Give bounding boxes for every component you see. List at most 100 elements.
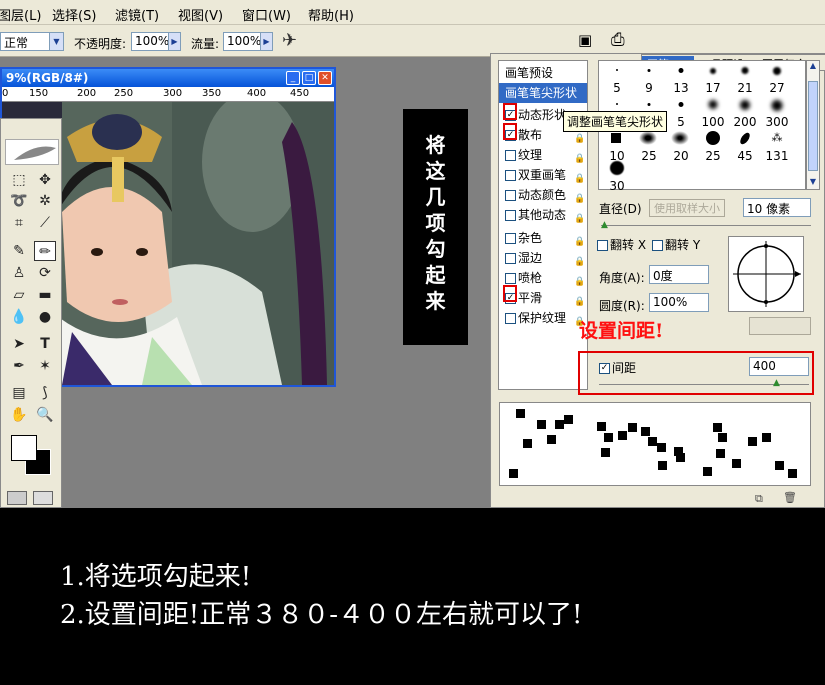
crop-icon[interactable]: ⌗ — [8, 213, 30, 233]
menu-help[interactable]: 帮助(H) — [308, 5, 354, 24]
magic-wand-icon[interactable]: ✲ — [34, 191, 56, 211]
brush-tip-cell[interactable]: 5 — [601, 63, 633, 95]
brush-tip-cell[interactable]: 5 — [665, 97, 697, 129]
hand-icon[interactable]: ✋ — [8, 405, 30, 425]
option-label: 散布 — [518, 128, 543, 142]
menu-layer[interactable]: 图层(L) — [0, 5, 41, 24]
brush-tip-cell[interactable]: 45 — [729, 131, 761, 163]
checkbox-icon[interactable] — [505, 273, 516, 284]
menu-window[interactable]: 窗口(W) — [242, 5, 291, 24]
checkbox-icon[interactable] — [505, 170, 516, 181]
airbrush-icon[interactable]: ✈ — [282, 30, 297, 51]
move-icon[interactable]: ✥ — [34, 170, 56, 190]
gradient-icon[interactable]: ▬ — [34, 285, 56, 305]
brush-size: 13 — [673, 81, 689, 95]
checkbox-icon[interactable] — [505, 210, 516, 221]
type-icon[interactable]: T — [34, 334, 56, 354]
blend-mode-select[interactable]: 正常 ▼ — [0, 32, 64, 51]
roundness-field[interactable]: 100% — [649, 293, 709, 312]
trash-icon[interactable]: 🗑 — [783, 491, 797, 504]
palette-icon[interactable]: ▣ — [578, 31, 592, 49]
stamp-icon[interactable]: ♙ — [8, 263, 30, 283]
option-wet-edges[interactable]: 湿边 🔒 — [499, 248, 587, 268]
brush-tip-cell[interactable]: 27 — [761, 63, 793, 95]
brush-tip-cell[interactable]: 30 — [601, 161, 633, 193]
checkbox-icon[interactable] — [505, 150, 516, 161]
brush-tip-cell[interactable]: 10 — [601, 131, 633, 163]
brush-tip-cell[interactable]: 25 — [697, 131, 729, 163]
option-dual-brush[interactable]: 双重画笔 🔒 — [499, 165, 587, 185]
close-icon[interactable]: ✕ — [318, 71, 332, 85]
menu-filter[interactable]: 滤镜(T) — [115, 5, 159, 24]
brush-tip-cell[interactable]: 25 — [633, 131, 665, 163]
option-noise[interactable]: 杂色 🔒 — [499, 228, 587, 248]
checkbox-icon[interactable] — [652, 240, 663, 251]
foreground-color-swatch[interactable] — [11, 435, 37, 461]
checkbox-icon[interactable] — [505, 313, 516, 324]
lasso-icon[interactable]: ➰ — [8, 191, 30, 211]
printer-icon[interactable]: ⎙ — [611, 30, 625, 50]
pen-icon[interactable]: ✒ — [8, 356, 30, 376]
checkbox-icon[interactable] — [505, 233, 516, 244]
maximize-icon[interactable]: □ — [302, 71, 316, 85]
angle-preview-widget[interactable] — [728, 236, 804, 312]
brush-presets-item[interactable]: 画笔预设 — [499, 63, 587, 83]
option-label: 湿边 — [518, 251, 543, 265]
flip-x-option[interactable]: 翻转 X — [597, 236, 646, 253]
option-other-dynamics[interactable]: 其他动态 🔒 — [499, 205, 587, 225]
brush-icon[interactable]: ✏ — [34, 241, 56, 261]
shape-icon[interactable]: ✶ — [34, 356, 56, 376]
flow-field[interactable]: 100% ▶ — [223, 32, 273, 51]
minimize-icon[interactable]: _ — [286, 71, 300, 85]
brush-tip-cell[interactable]: 9 — [633, 63, 665, 95]
path-select-icon[interactable]: ➤ — [8, 334, 30, 354]
brush-tip-cell[interactable]: 300 — [761, 97, 793, 129]
angle-field[interactable]: 0度 — [649, 265, 709, 284]
menu-view[interactable]: 视图(V) — [178, 5, 223, 24]
eyedropper-icon[interactable]: ⟆ — [34, 383, 56, 403]
brush-dot-icon — [741, 67, 749, 74]
chevron-down-icon[interactable]: ▼ — [807, 177, 819, 189]
diameter-field[interactable]: 10 像素 — [743, 198, 811, 217]
notes-icon[interactable]: ▤ — [8, 383, 30, 403]
option-color-dynamics[interactable]: 动态颜色 🔒 — [499, 185, 587, 205]
standard-mode-icon[interactable] — [7, 491, 27, 505]
hardness-field[interactable] — [749, 317, 811, 335]
document-title-bar[interactable]: 9%(RGB/8#) — [2, 69, 334, 87]
brush-tip-cell[interactable]: 100 — [697, 97, 729, 129]
use-sample-size-button[interactable]: 使用取样大小 — [649, 199, 725, 217]
eraser-icon[interactable]: ▱ — [8, 285, 30, 305]
brush-tip-cell[interactable]: 17 — [697, 63, 729, 95]
brush-tip-cell[interactable]: ⁂ 131 — [761, 131, 793, 163]
slice-icon[interactable]: ⟋ — [34, 213, 56, 233]
new-brush-icon[interactable]: ⧉ — [755, 492, 763, 506]
quick-mask-icon[interactable] — [33, 491, 53, 505]
zoom-icon[interactable]: 🔍 — [34, 405, 56, 425]
dodge-icon[interactable]: ● — [34, 307, 56, 327]
chevron-up-icon[interactable]: ▲ — [807, 61, 819, 73]
brush-tip-cell[interactable]: 21 — [729, 63, 761, 95]
opacity-field[interactable]: 100% ▶ — [131, 32, 181, 51]
slider-thumb-icon[interactable]: ▲ — [601, 220, 608, 230]
brush-size: 5 — [613, 81, 621, 95]
checkbox-icon[interactable] — [597, 240, 608, 251]
checkbox-icon[interactable] — [505, 253, 516, 264]
flip-y-option[interactable]: 翻转 Y — [652, 236, 700, 253]
note-text: 将这几项勾起来 — [425, 133, 446, 313]
brush-tip-cell[interactable]: 20 — [665, 131, 697, 163]
brush-tip-cell[interactable]: 200 — [729, 97, 761, 129]
history-brush-icon[interactable]: ⟳ — [34, 263, 56, 283]
brush-tip-shape-item[interactable]: 画笔笔尖形状 — [499, 83, 587, 103]
marquee-icon[interactable]: ⬚ — [8, 170, 30, 190]
lock-icon: 🔒 — [574, 277, 586, 287]
healing-brush-icon[interactable]: ✎ — [8, 241, 30, 261]
option-protect-texture[interactable]: 保护纹理 🔒 — [499, 308, 587, 328]
checkbox-icon[interactable] — [505, 190, 516, 201]
blur-icon[interactable]: 💧 — [8, 307, 30, 327]
diameter-slider[interactable] — [601, 225, 811, 226]
brush-tip-cell[interactable]: 13 — [665, 63, 697, 95]
scroll-thumb[interactable] — [808, 81, 818, 171]
option-texture[interactable]: 纹理 🔒 — [499, 145, 587, 165]
brush-grid-scrollbar[interactable]: ▲ ▼ — [806, 60, 820, 190]
menu-select[interactable]: 选择(S) — [52, 5, 96, 24]
